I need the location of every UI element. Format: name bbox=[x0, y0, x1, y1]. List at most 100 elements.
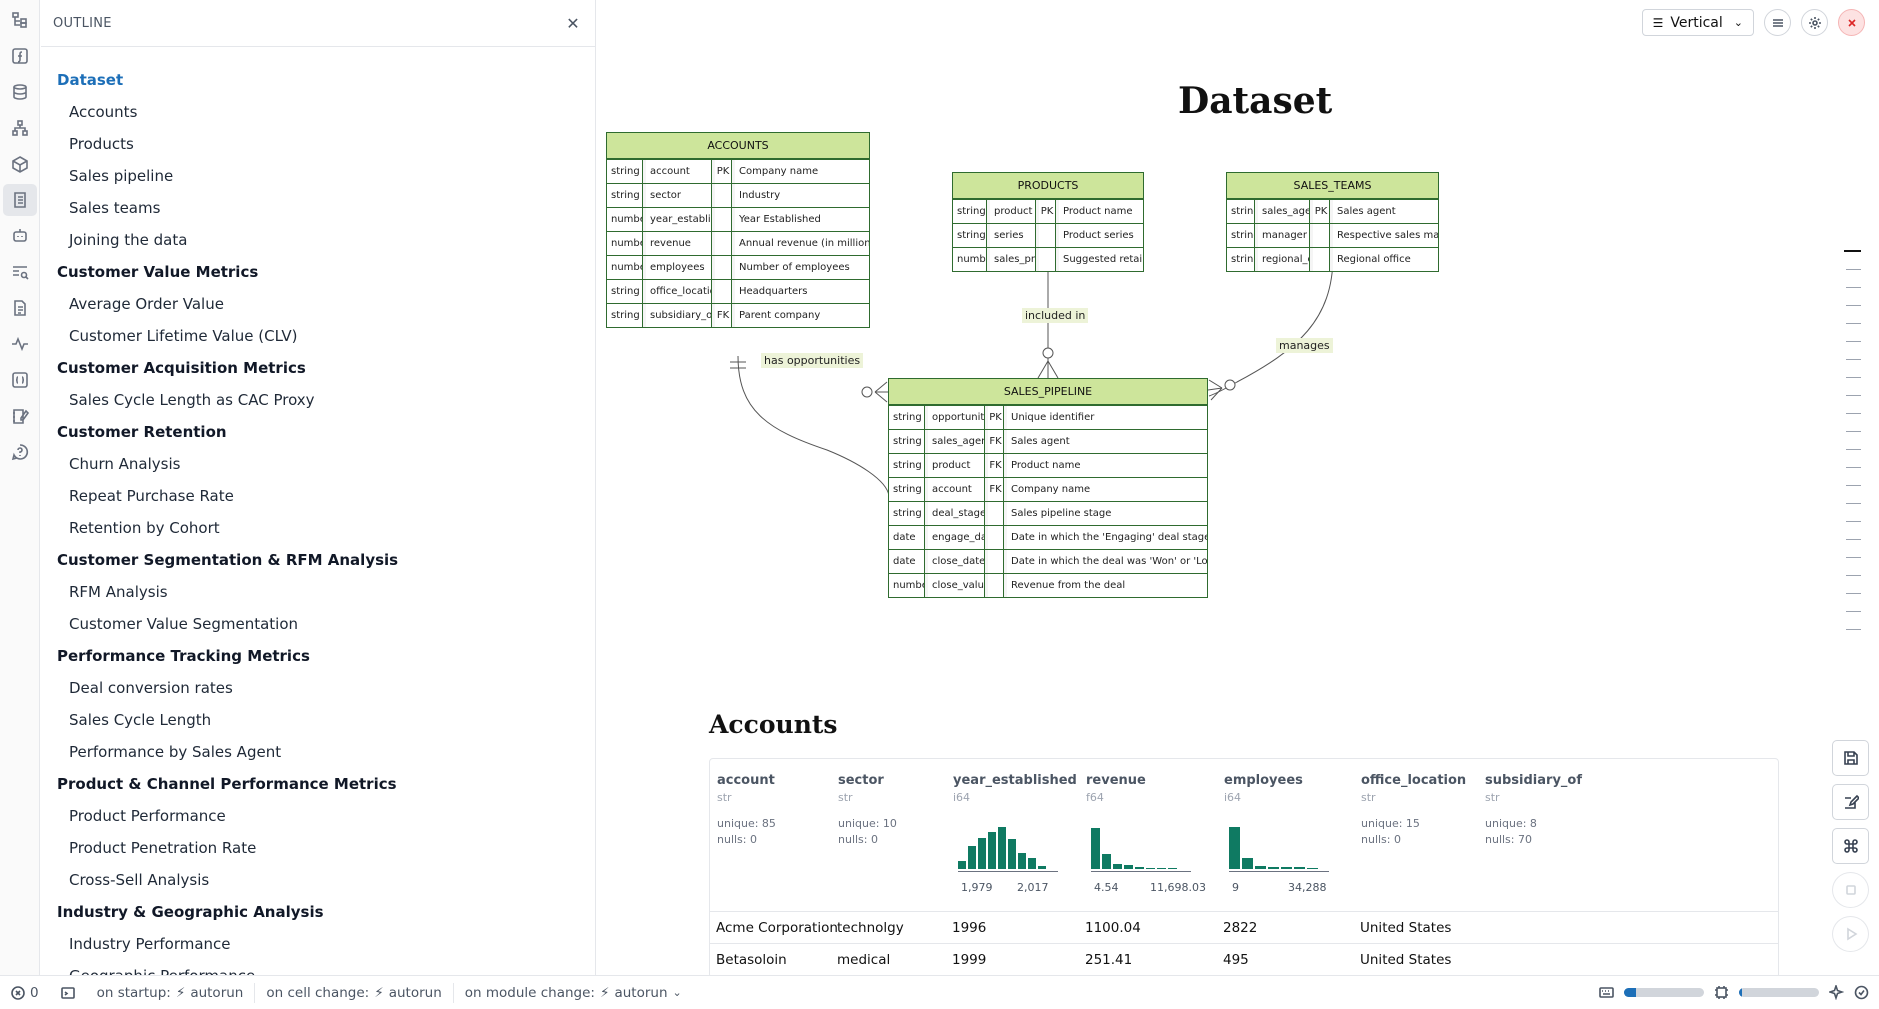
er-table-name: SALES_PIPELINE bbox=[889, 379, 1207, 405]
on-startup-label: on startup: bbox=[96, 984, 171, 1001]
er-field-row: string sector Industry bbox=[607, 183, 869, 207]
minimap-cell-marker bbox=[1846, 269, 1861, 270]
outline-item[interactable]: Average Order Value bbox=[41, 288, 595, 320]
er-field-row: dateengage_date Date in which the 'Engagi… bbox=[889, 525, 1207, 549]
outline-item-label: Customer Segmentation & RFM Analysis bbox=[57, 551, 399, 569]
minimap-cell-marker bbox=[1846, 395, 1861, 396]
command-palette-button[interactable] bbox=[1832, 828, 1869, 864]
close-icon[interactable]: ✕ bbox=[563, 13, 583, 33]
histogram-min-label: 4.54 bbox=[1094, 881, 1119, 894]
accounts-dataframe[interactable]: account str unique: 85 nulls: 0 sector str uni… bbox=[709, 758, 1779, 975]
datasources-button[interactable] bbox=[3, 76, 37, 108]
outline-item[interactable]: Performance by Sales Agent bbox=[41, 736, 595, 768]
relationship-label: manages bbox=[1276, 338, 1333, 353]
er-table-sales-teams[interactable]: SALES_TEAMSstringsales_agentPKSales agen… bbox=[1226, 172, 1439, 272]
ai-chat-button[interactable] bbox=[3, 220, 37, 252]
terminal-button[interactable] bbox=[50, 976, 86, 1009]
settings-button[interactable] bbox=[1801, 9, 1828, 36]
keyboard-icon[interactable] bbox=[1599, 985, 1614, 1000]
outline-item[interactable]: Sales teams bbox=[41, 192, 595, 224]
outline-item[interactable]: Cross-Sell Analysis bbox=[41, 864, 595, 896]
outline-item[interactable]: Deal conversion rates bbox=[41, 672, 595, 704]
outline-item[interactable]: Industry Performance bbox=[41, 928, 595, 960]
outline-item[interactable]: Sales Cycle Length bbox=[41, 704, 595, 736]
outline-item[interactable]: Industry & Geographic Analysis bbox=[41, 896, 595, 928]
outline-button[interactable] bbox=[3, 184, 37, 216]
column-summary[interactable]: account str unique: 85 nulls: 0 bbox=[717, 773, 776, 848]
outline-item[interactable]: RFM Analysis bbox=[41, 576, 595, 608]
snippets-button[interactable] bbox=[3, 364, 37, 396]
column-summary[interactable]: sector str unique: 10 nulls: 0 bbox=[838, 773, 897, 848]
minimap-cell-marker bbox=[1846, 593, 1861, 594]
file-explorer-button[interactable] bbox=[3, 4, 37, 36]
variables-button[interactable] bbox=[3, 40, 37, 72]
cell-minimap[interactable] bbox=[1844, 250, 1861, 647]
column-summary[interactable]: subsidiary_of str unique: 8 nulls: 70 bbox=[1485, 773, 1582, 848]
outline-item[interactable]: Performance Tracking Metrics bbox=[41, 640, 595, 672]
column-summary[interactable]: employees i64 bbox=[1224, 773, 1303, 804]
er-table-products[interactable]: PRODUCTS string product PK Product name strin… bbox=[952, 172, 1144, 272]
outline-item[interactable]: Product Penetration Rate bbox=[41, 832, 595, 864]
save-button[interactable] bbox=[1832, 740, 1869, 776]
search-docs-button[interactable] bbox=[3, 256, 37, 288]
outline-item[interactable]: Products bbox=[41, 128, 595, 160]
on-startup-setting[interactable]: on startup: ⚡ autorun bbox=[86, 976, 255, 1009]
scratchpad-button[interactable] bbox=[3, 400, 37, 432]
menu-button[interactable] bbox=[1764, 9, 1791, 36]
on-module-change-setting[interactable]: on module change: ⚡ autorun ⌄ bbox=[454, 976, 693, 1009]
field-name: subsidiary_of bbox=[646, 304, 712, 327]
documentation-button[interactable] bbox=[3, 292, 37, 324]
histogram-bar bbox=[1157, 868, 1166, 869]
column-type: str bbox=[717, 791, 732, 804]
cpu-icon[interactable] bbox=[1714, 985, 1729, 1000]
outline-item[interactable]: Customer Acquisition Metrics bbox=[41, 352, 595, 384]
layout-select[interactable]: ☰ Vertical ⌄ bbox=[1641, 9, 1754, 36]
outline-item[interactable]: Accounts bbox=[41, 96, 595, 128]
table-row[interactable]: Betasoloin medical 1999 251.41 495 United Sta… bbox=[710, 943, 1778, 975]
run-button[interactable] bbox=[1832, 916, 1869, 952]
outline-item[interactable]: Joining the data bbox=[41, 224, 595, 256]
field-key: PK bbox=[988, 406, 1004, 429]
minimap-cell-marker bbox=[1846, 413, 1861, 414]
edit-button[interactable] bbox=[1832, 784, 1869, 820]
column-summary[interactable]: year_established i64 bbox=[953, 773, 1077, 804]
outline-item[interactable]: Dataset bbox=[41, 64, 595, 96]
field-type: string bbox=[889, 502, 925, 525]
table-cell: 251.41 bbox=[1085, 952, 1133, 968]
sparkles-icon[interactable] bbox=[1829, 985, 1844, 1000]
outline-item[interactable]: Customer Segmentation & RFM Analysis bbox=[41, 544, 595, 576]
outline-item[interactable]: Customer Retention bbox=[41, 416, 595, 448]
histogram-bar bbox=[1255, 866, 1266, 869]
on-cell-change-setting[interactable]: on cell change: ⚡ autorun bbox=[255, 976, 452, 1009]
outline-item[interactable]: Customer Value Segmentation bbox=[41, 608, 595, 640]
outline-item[interactable]: Geographic Performance bbox=[41, 960, 595, 975]
outline-item[interactable]: Churn Analysis bbox=[41, 448, 595, 480]
stop-button[interactable] bbox=[1832, 872, 1869, 908]
column-summary[interactable]: office_location str unique: 15 nulls: 0 bbox=[1361, 773, 1466, 848]
column-stat: nulls: 70 bbox=[1485, 833, 1532, 846]
outline-item[interactable]: Sales pipeline bbox=[41, 160, 595, 192]
tracing-button[interactable] bbox=[3, 328, 37, 360]
shutdown-button[interactable] bbox=[1838, 9, 1865, 36]
field-name: regional_office bbox=[1258, 248, 1310, 271]
column-summary[interactable]: revenue f64 bbox=[1086, 773, 1146, 804]
packages-button[interactable] bbox=[3, 148, 37, 180]
outline-item[interactable]: Repeat Purchase Rate bbox=[41, 480, 595, 512]
dependencies-button[interactable] bbox=[3, 112, 37, 144]
field-name: office_location bbox=[646, 280, 712, 303]
outline-item[interactable]: Customer Value Metrics bbox=[41, 256, 595, 288]
outline-item[interactable]: Product Performance bbox=[41, 800, 595, 832]
er-table-name: SALES_TEAMS bbox=[1227, 173, 1438, 199]
save-icon bbox=[1843, 751, 1858, 765]
outline-item[interactable]: Product & Channel Performance Metrics bbox=[41, 768, 595, 800]
outline-item[interactable]: Retention by Cohort bbox=[41, 512, 595, 544]
feedback-button[interactable] bbox=[3, 436, 37, 468]
er-table-sales-pipeline[interactable]: SALES_PIPELINEstringopportunity_idPKUniq… bbox=[888, 378, 1208, 598]
check-circle-icon[interactable] bbox=[1854, 985, 1869, 1000]
on-module-change-label: on module change: bbox=[464, 984, 595, 1001]
outline-item[interactable]: Sales Cycle Length as CAC Proxy bbox=[41, 384, 595, 416]
er-table-accounts[interactable]: ACCOUNTS string account PK Company name strin… bbox=[606, 132, 870, 328]
errors-indicator[interactable]: 0 bbox=[0, 976, 50, 1009]
table-row[interactable]: Acme Corporation technolgy 1996 1100.04 2822… bbox=[710, 911, 1778, 943]
outline-item[interactable]: Customer Lifetime Value (CLV) bbox=[41, 320, 595, 352]
